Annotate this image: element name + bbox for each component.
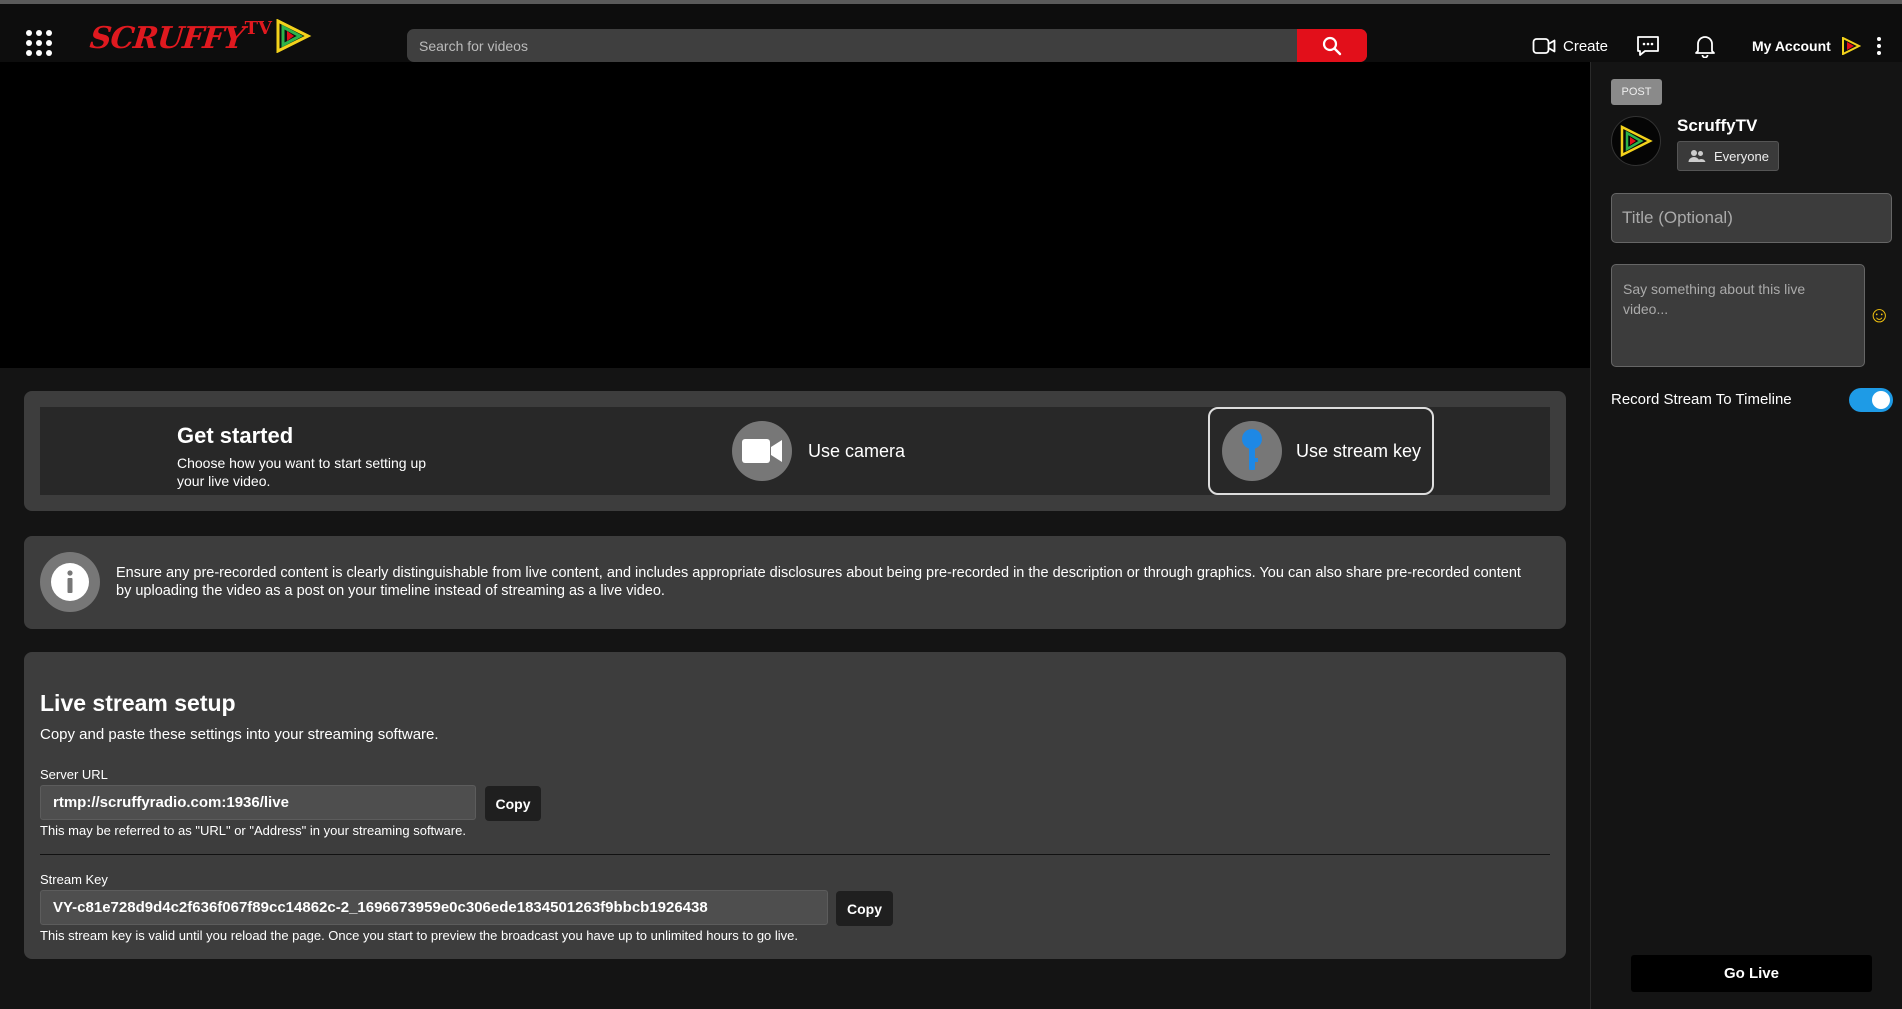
emoji-picker-icon[interactable]: ☺ — [1868, 302, 1890, 328]
copy-server-url-button[interactable]: Copy — [485, 786, 541, 821]
search-icon — [1322, 36, 1342, 55]
apps-grid-icon[interactable] — [26, 30, 52, 56]
create-button[interactable]: Create — [1532, 34, 1608, 58]
get-started-subtitle: Choose how you want to start setting up … — [177, 455, 427, 489]
messages-icon[interactable] — [1636, 35, 1660, 57]
search-input[interactable] — [407, 29, 1297, 62]
key-icon — [1242, 429, 1262, 470]
info-icon — [51, 563, 89, 601]
video-camera-icon — [742, 439, 782, 463]
toggle-knob — [1872, 391, 1890, 409]
copy-stream-key-button[interactable]: Copy — [836, 891, 893, 926]
go-live-button[interactable]: Go Live — [1631, 955, 1872, 992]
logo-text: SCRUFFY — [88, 20, 246, 56]
audience-selector[interactable]: Everyone — [1677, 141, 1779, 171]
my-account-menu[interactable]: My Account — [1752, 34, 1881, 58]
stream-key-label: Stream Key — [40, 872, 108, 887]
create-label: Create — [1563, 37, 1609, 55]
channel-name: ScruffyTV — [1677, 116, 1758, 135]
account-avatar-icon — [1841, 37, 1861, 55]
camera-circle — [732, 421, 792, 481]
get-started-title: Get started — [177, 423, 294, 448]
site-logo[interactable]: SCRUFFY TV — [88, 17, 312, 58]
logo-play-icon — [276, 19, 312, 53]
channel-avatar — [1611, 116, 1661, 166]
record-stream-toggle[interactable] — [1849, 388, 1893, 412]
prerecorded-notice-card: Ensure any pre-recorded content is clear… — [24, 536, 1566, 629]
video-preview — [0, 62, 1590, 368]
post-tag: POST — [1611, 79, 1662, 105]
audience-label: Everyone — [1714, 148, 1769, 164]
use-camera-label: Use camera — [808, 440, 906, 461]
post-sidebar: POST ScruffyTV Everyone ☺ Record Stream … — [1590, 62, 1902, 1009]
more-options-icon[interactable] — [1876, 37, 1881, 55]
server-url-field[interactable]: rtmp://scruffyradio.com:1936/live — [40, 785, 476, 820]
channel-logo-icon — [1620, 125, 1653, 157]
live-stream-setup-subtitle: Copy and paste these settings into your … — [40, 726, 439, 743]
top-header: SCRUFFY TV Create My Account — [0, 4, 1902, 62]
use-stream-key-label: Use stream key — [1296, 440, 1422, 461]
description-textarea[interactable] — [1611, 264, 1865, 367]
info-circle — [40, 552, 100, 612]
live-stream-setup-card: Live stream setup Copy and paste these s… — [24, 652, 1566, 959]
server-url-hint: This may be referred to as "URL" or "Add… — [40, 823, 466, 838]
stream-key-field[interactable]: VY-c81e728d9d4c2f636f067f89cc14862c-2_16… — [40, 890, 828, 925]
stream-key-hint: This stream key is valid until you reloa… — [40, 928, 799, 943]
notice-text: Ensure any pre-recorded content is clear… — [116, 565, 1521, 599]
search-bar — [407, 29, 1367, 62]
get-started-card: Get started Choose how you want to start… — [24, 391, 1566, 511]
logo-sup: TV — [244, 17, 273, 39]
section-divider — [40, 854, 1550, 855]
get-started-inner: Get started Choose how you want to start… — [40, 407, 1550, 495]
use-camera-option[interactable]: Use camera — [732, 419, 905, 483]
notifications-bell-icon[interactable] — [1694, 34, 1716, 58]
title-input[interactable] — [1611, 193, 1892, 243]
video-camera-icon — [1532, 38, 1556, 54]
use-stream-key-option[interactable]: Use stream key — [1208, 407, 1434, 495]
search-button[interactable] — [1297, 29, 1367, 62]
account-label: My Account — [1752, 38, 1831, 54]
key-circle — [1222, 421, 1282, 481]
server-url-label: Server URL — [40, 767, 108, 782]
group-icon — [1688, 150, 1706, 162]
record-stream-label: Record Stream To Timeline — [1611, 391, 1792, 408]
live-stream-setup-title: Live stream setup — [40, 690, 236, 716]
